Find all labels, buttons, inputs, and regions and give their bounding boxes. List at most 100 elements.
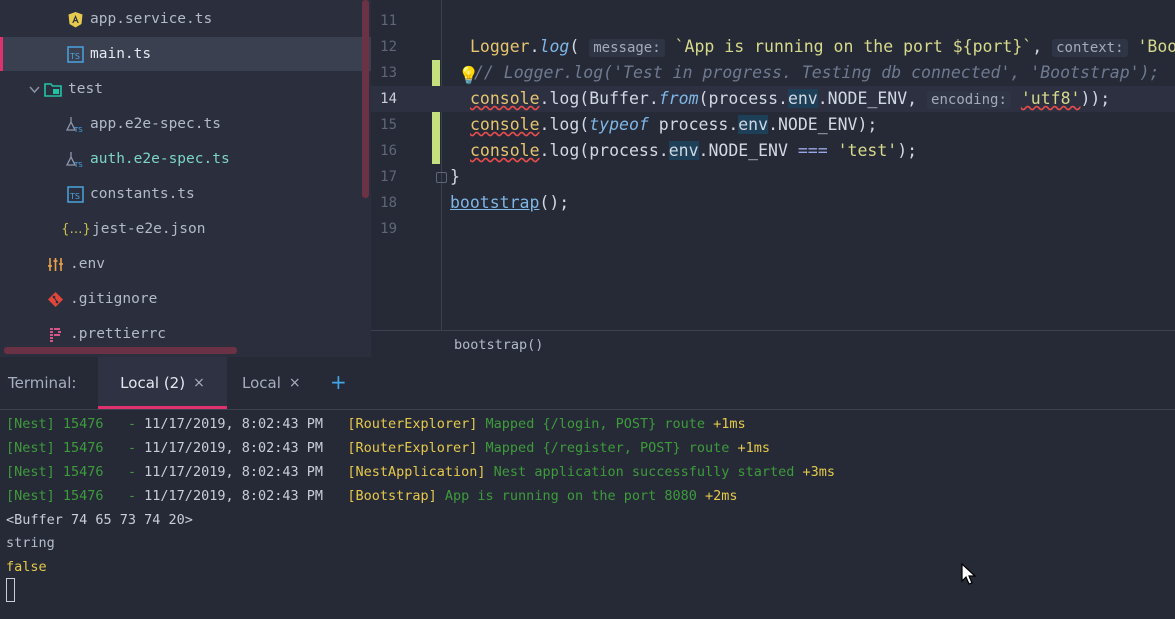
terminal-cursor — [6, 578, 15, 602]
code-token: . — [539, 141, 550, 160]
lightbulb-icon[interactable]: 💡 — [458, 66, 479, 86]
code-token: .NODE_ENV — [698, 141, 798, 160]
mouse-pointer-icon — [961, 562, 977, 591]
code-line[interactable]: 18 bootstrap(); — [371, 190, 1175, 216]
code-line[interactable]: 15 console.log(typeof process.env.NODE_E… — [371, 112, 1175, 138]
code-line[interactable]: 12 Logger.log( message: `App is running … — [371, 34, 1175, 60]
tree-item-label: jest-e2e.json — [92, 221, 206, 237]
code-token: (process. — [698, 89, 788, 108]
log-duration: +1ms — [729, 440, 771, 456]
code-token: `App is running on the port ${port}` — [664, 37, 1033, 56]
test-flask-icon: TS — [66, 150, 84, 168]
terminal-output-line: <Buffer 74 65 73 74 20> — [6, 512, 193, 528]
tree-item-main-ts[interactable]: TS main.ts — [0, 37, 371, 71]
code-token: env — [738, 115, 769, 134]
tree-item-app-e2e-spec[interactable]: TS app.e2e-spec.ts — [0, 107, 371, 141]
terminal-tab-bar: Terminal: Local (2) × Local × + — [0, 357, 1175, 410]
log-prefix: [Nest] 15476 - — [6, 440, 145, 456]
folder-icon — [44, 80, 62, 98]
close-icon[interactable]: × — [193, 375, 205, 391]
code-line[interactable]: 19 — [371, 216, 1175, 242]
prettier-icon — [46, 325, 64, 343]
log-context: [Bootstrap] — [347, 488, 437, 504]
code-line-current[interactable]: 14 console.log(Buffer.from(process.env.N… — [371, 86, 1175, 112]
parameter-hint: context: — [1052, 39, 1128, 57]
tree-item-auth-e2e-spec[interactable]: TS auth.e2e-spec.ts — [0, 142, 371, 176]
tree-item-label: .prettierrc — [70, 326, 167, 342]
terminal-tab-label: Local (2) — [120, 374, 186, 392]
tree-item-constants[interactable]: TS constants.ts — [0, 177, 371, 211]
fold-icon[interactable] — [436, 172, 447, 183]
code-token: .NODE_ENV); — [768, 115, 878, 134]
add-icon[interactable]: + — [330, 370, 347, 394]
log-context: [RouterExplorer] — [347, 416, 478, 432]
tree-item-prettierrc[interactable]: .prettierrc — [0, 317, 371, 351]
terminal-log-line: [Nest] 15476 - 11/17/2019, 8:02:43 PM [B… — [6, 486, 738, 506]
tree-item-app-service[interactable]: app.service.ts — [0, 2, 371, 36]
parameter-hint: encoding: — [927, 91, 1011, 109]
code-token: from — [658, 89, 699, 108]
ide-top-area: app.service.ts TS main.ts test TS app.e2… — [0, 0, 1175, 358]
log-time: 11/17/2019, 8:02:43 PM — [144, 416, 323, 432]
svg-text:TS: TS — [69, 192, 80, 201]
log-message: App is running on the port 8080 — [436, 488, 697, 504]
log-message: Mapped {/login, POST} route — [477, 416, 705, 432]
tree-item-label: app.service.ts — [90, 11, 213, 27]
code-token: ); — [897, 141, 918, 160]
svg-text:TS: TS — [73, 161, 83, 168]
code-line[interactable]: 11 — [371, 8, 1175, 34]
code-token: process. — [648, 115, 739, 134]
tree-item-env[interactable]: .env — [0, 247, 371, 281]
tree-item-label: constants.ts — [90, 186, 195, 202]
code-token: .NODE_ENV, — [817, 89, 928, 108]
log-message: Mapped {/register, POST} route — [477, 440, 730, 456]
code-line[interactable]: 13 // Logger.log('Test in progress. Test… — [371, 60, 1175, 86]
sidebar-horizontal-scrollbar[interactable] — [4, 347, 237, 354]
line-number: 17 — [380, 169, 397, 185]
line-number: 13 — [380, 65, 397, 81]
code-token: . — [529, 37, 540, 56]
code-token: (Buffer. — [579, 89, 659, 108]
code-text: console.log(typeof process.env.NODE_ENV)… — [470, 112, 877, 138]
test-flask-icon: TS — [66, 115, 84, 133]
code-token: env — [668, 141, 699, 160]
terminal-tab-local[interactable]: Local × — [242, 357, 322, 409]
log-prefix: [Nest] 15476 - — [6, 416, 145, 432]
log-duration: +3ms — [794, 464, 836, 480]
terminal-label: Terminal: — [8, 374, 77, 392]
terminal-output-line: false — [6, 559, 47, 575]
tree-item-label: app.e2e-spec.ts — [90, 116, 221, 132]
code-token: console — [470, 115, 540, 134]
line-number: 15 — [380, 117, 397, 133]
git-icon — [46, 290, 64, 308]
code-text: Logger.log( message: `App is running on … — [470, 34, 1175, 61]
code-token: , — [1032, 37, 1053, 56]
code-token: 'Boo — [1127, 37, 1175, 56]
sidebar-vertical-scrollbar[interactable] — [362, 0, 369, 198]
log-message: Nest application successfully started — [485, 464, 795, 480]
code-token: log — [549, 115, 580, 134]
code-line[interactable]: 17 } — [371, 164, 1175, 190]
tree-item-label: auth.e2e-spec.ts — [90, 151, 230, 167]
code-token: console — [470, 141, 540, 160]
env-icon — [46, 255, 64, 273]
tree-item-test-folder[interactable]: test — [0, 72, 371, 106]
log-time: 11/17/2019, 8:02:43 PM — [144, 464, 323, 480]
log-prefix: [Nest] 15476 - — [6, 464, 145, 480]
breadcrumb[interactable]: bootstrap() — [454, 337, 543, 353]
log-time: 11/17/2019, 8:02:43 PM — [144, 440, 323, 456]
code-line[interactable]: 16 console.log(process.env.NODE_ENV === … — [371, 138, 1175, 164]
chevron-down-icon — [28, 80, 40, 98]
log-duration: +2ms — [696, 488, 738, 504]
terminal-log-line: [Nest] 15476 - 11/17/2019, 8:02:43 PM [R… — [6, 438, 770, 458]
code-token: === — [797, 141, 828, 160]
code-text: bootstrap(); — [450, 190, 569, 216]
tree-item-gitignore[interactable]: .gitignore — [0, 282, 371, 316]
code-token: log — [539, 37, 570, 56]
close-icon[interactable]: × — [289, 375, 301, 391]
tree-item-label: .gitignore — [70, 291, 158, 307]
code-token: log — [549, 89, 580, 108]
terminal-tab-local-2[interactable]: Local (2) × — [98, 357, 227, 409]
tree-item-jest-e2e-json[interactable]: {…} jest-e2e.json — [0, 212, 371, 246]
